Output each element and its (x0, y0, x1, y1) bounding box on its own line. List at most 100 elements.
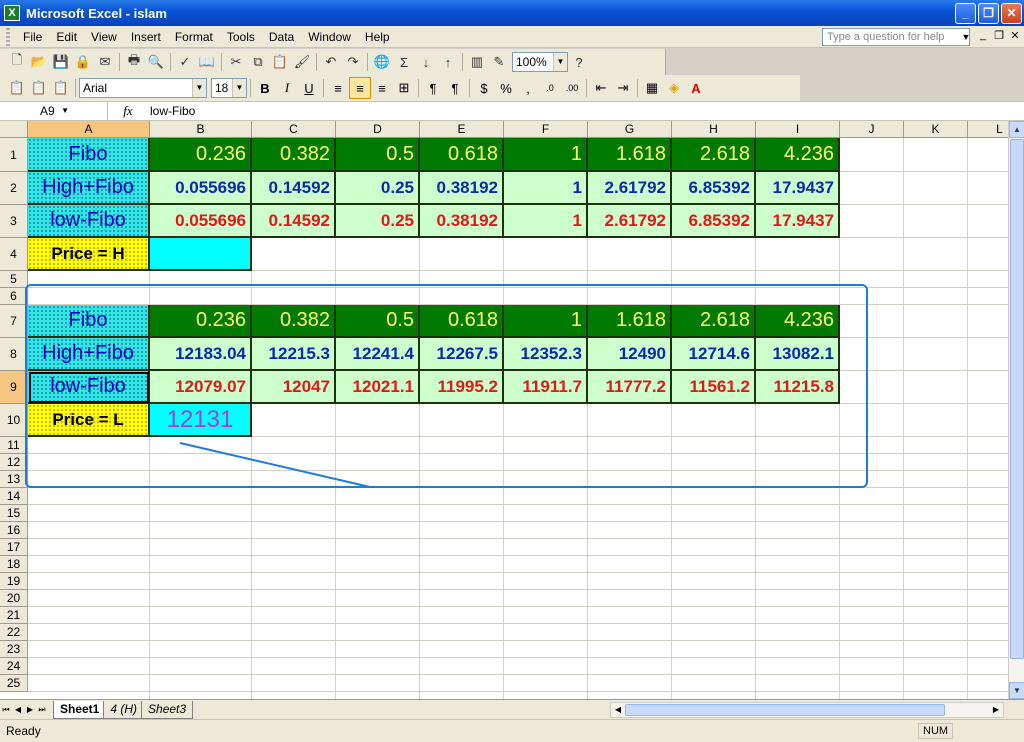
menu-view[interactable]: View (84, 27, 124, 47)
borders-icon[interactable]: ▦ (641, 77, 663, 99)
value-cell-r2[interactable]: 2.61792 (588, 172, 672, 205)
autosum-icon[interactable]: Σ (393, 51, 415, 73)
undo-icon[interactable]: ↶ (320, 51, 342, 73)
row-header-9[interactable]: 9 (0, 371, 28, 404)
value-cell-r3[interactable]: 1 (504, 205, 588, 238)
row-header-3[interactable]: 3 (0, 205, 28, 238)
scroll-up-icon[interactable]: ▲ (1009, 121, 1024, 138)
value-cell-r3[interactable]: 2.61792 (588, 205, 672, 238)
research-icon[interactable]: 📖 (196, 51, 218, 73)
menu-insert[interactable]: Insert (124, 27, 168, 47)
row-header-16[interactable]: 16 (0, 522, 28, 539)
menu-data[interactable]: Data (262, 27, 301, 47)
row-header-12[interactable]: 12 (0, 454, 28, 471)
value-cell-r1[interactable]: 1.618 (588, 138, 672, 172)
column-header-c[interactable]: C (252, 121, 336, 138)
row-header-10[interactable]: 10 (0, 404, 28, 437)
row-header-7[interactable]: 7 (0, 305, 28, 338)
fill-color-icon[interactable]: ◈ (663, 77, 685, 99)
align-center-button[interactable]: ≡ (349, 77, 371, 99)
vertical-scrollbar[interactable]: ▲ ▼ (1008, 121, 1024, 699)
rtl-icon[interactable]: ¶ (444, 77, 466, 99)
drawing-icon[interactable]: ✎ (488, 51, 510, 73)
prev-sheet-icon[interactable]: ◀ (12, 705, 24, 714)
scroll-right-icon[interactable]: ▶ (989, 703, 1003, 717)
zoom-select[interactable]: 100% ▼ (512, 52, 568, 72)
row-header-19[interactable]: 19 (0, 573, 28, 590)
row-header-1[interactable]: 1 (0, 138, 28, 172)
value-cell-r2[interactable]: 0.14592 (252, 172, 336, 205)
percent-icon[interactable]: % (495, 77, 517, 99)
horizontal-scrollbar[interactable]: ◀ ▶ (610, 702, 1004, 718)
column-header-b[interactable]: B (150, 121, 252, 138)
last-sheet-icon[interactable]: ⏭ (36, 705, 48, 715)
bold-button[interactable]: B (254, 77, 276, 99)
font-name-select[interactable]: Arial ▼ (79, 78, 207, 98)
price-h-label[interactable]: Price = H (28, 238, 150, 271)
align-left-button[interactable]: ≡ (327, 77, 349, 99)
scroll-down-icon[interactable]: ▼ (1009, 682, 1024, 699)
menu-edit[interactable]: Edit (49, 27, 84, 47)
sort-descending-icon[interactable]: ↑ (437, 51, 459, 73)
column-header-i[interactable]: I (756, 121, 840, 138)
increase-decimal-icon[interactable]: .0 (539, 77, 561, 99)
value-cell-r1[interactable]: 4.236 (756, 138, 840, 172)
value-cell-r2[interactable]: 1 (504, 172, 588, 205)
value-cell-r1[interactable]: 0.382 (252, 138, 336, 172)
formula-input[interactable]: low-Fibo (148, 104, 1024, 118)
price-h-input[interactable] (150, 238, 252, 271)
row-label-cell-r3[interactable]: low-Fibo (28, 205, 150, 238)
value-cell-r3[interactable]: 0.25 (336, 205, 420, 238)
scroll-left-icon[interactable]: ◀ (611, 703, 625, 717)
merge-center-button[interactable]: ⊞ (393, 77, 415, 99)
email-icon[interactable]: ✉ (94, 51, 116, 73)
chevron-down-icon[interactable]: ▼ (960, 28, 972, 46)
cut-icon[interactable]: ✂ (225, 51, 247, 73)
value-cell-r2[interactable]: 0.25 (336, 172, 420, 205)
sheet-tab-sheet3[interactable]: Sheet3 (141, 700, 194, 719)
scroll-thumb[interactable] (1010, 139, 1024, 659)
menu-window[interactable]: Window (301, 27, 358, 47)
row-header-22[interactable]: 22 (0, 624, 28, 641)
spelling-icon[interactable]: ✓ (174, 51, 196, 73)
increase-indent-icon[interactable]: ⇥ (612, 77, 634, 99)
sort-ascending-icon[interactable]: ↓ (415, 51, 437, 73)
comma-icon[interactable]: , (517, 77, 539, 99)
permission-icon[interactable]: 🔒 (72, 51, 94, 73)
value-cell-r1[interactable]: 1 (504, 138, 588, 172)
restore-button[interactable]: ❐ (978, 2, 999, 24)
excel-icon[interactable]: X (4, 5, 20, 21)
select-all-corner[interactable] (0, 121, 28, 138)
value-cell-r3[interactable]: 17.9437 (756, 205, 840, 238)
value-cell-r2[interactable]: 0.055696 (150, 172, 252, 205)
row-header-13[interactable]: 13 (0, 471, 28, 488)
paste-special-icon[interactable]: 📋 (6, 77, 28, 99)
menu-help[interactable]: Help (358, 27, 397, 47)
row-header-23[interactable]: 23 (0, 641, 28, 658)
row-header-15[interactable]: 15 (0, 505, 28, 522)
row-header-5[interactable]: 5 (0, 271, 28, 288)
doc-close-button[interactable]: ✕ (1008, 29, 1022, 42)
column-header-d[interactable]: D (336, 121, 420, 138)
print-icon[interactable]: 🖶 (123, 51, 145, 73)
value-cell-r2[interactable]: 6.85392 (672, 172, 756, 205)
decrease-decimal-icon[interactable]: .00 (561, 77, 583, 99)
fx-icon[interactable]: fx (108, 103, 148, 119)
chevron-down-icon[interactable]: ▼ (553, 53, 567, 71)
column-header-k[interactable]: K (904, 121, 968, 138)
italic-button[interactable]: I (276, 77, 298, 99)
row-header-2[interactable]: 2 (0, 172, 28, 205)
next-sheet-icon[interactable]: ▶ (24, 705, 36, 714)
column-header-j[interactable]: J (840, 121, 904, 138)
value-cell-r1[interactable]: 0.618 (420, 138, 504, 172)
minimize-button[interactable]: _ (955, 2, 976, 24)
ltr-icon[interactable]: ¶ (422, 77, 444, 99)
column-header-h[interactable]: H (672, 121, 756, 138)
row-header-18[interactable]: 18 (0, 556, 28, 573)
paste-values-icon[interactable]: 📋 (28, 77, 50, 99)
row-header-20[interactable]: 20 (0, 590, 28, 607)
value-cell-r1[interactable]: 0.236 (150, 138, 252, 172)
row-header-4[interactable]: 4 (0, 238, 28, 271)
chevron-down-icon[interactable]: ▼ (61, 102, 69, 120)
column-header-f[interactable]: F (504, 121, 588, 138)
